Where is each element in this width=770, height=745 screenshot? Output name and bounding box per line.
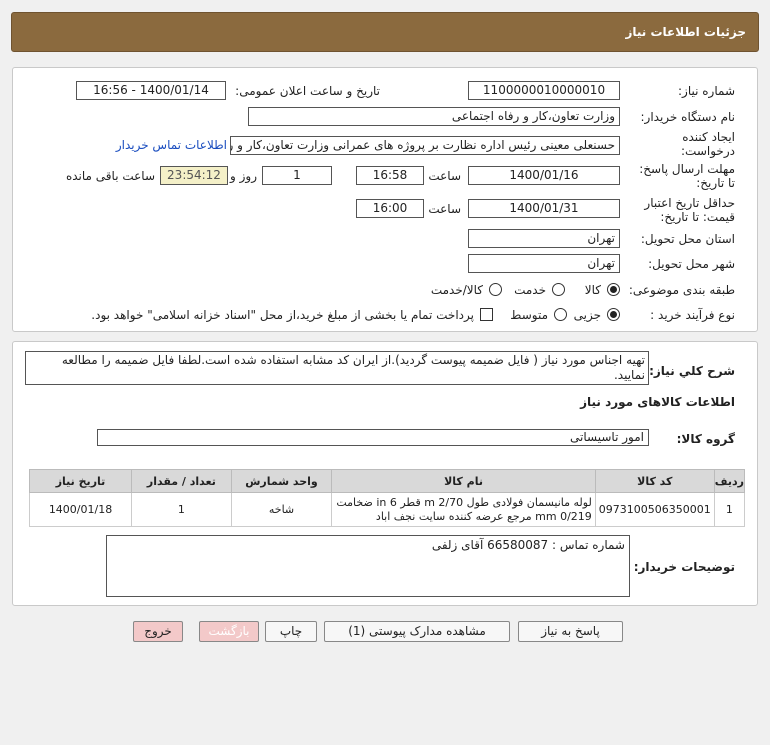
buyer-org-label: نام دستگاه خریدار: (640, 110, 736, 124)
goods-group-label: گروه کالا: (676, 432, 735, 446)
details-panel: شماره نیاز: 1100000010000010 تاریخ و ساع… (12, 67, 758, 332)
deadline-date-field: 1400/01/16 (468, 166, 620, 185)
col-name: نام کالا (331, 469, 596, 493)
province-field: تهران (468, 229, 620, 248)
row-unit: شاخه (230, 492, 333, 527)
validity-label: حداقل تاریخ اعتبار (644, 196, 735, 210)
requester-field: حسنعلی معینی رئیس اداره نظارت بر پروژه ه… (230, 136, 620, 155)
category-radio-goods-service[interactable] (489, 283, 502, 296)
validity-time-label: ساعت (428, 202, 461, 216)
process-radio-medium[interactable] (554, 308, 567, 321)
page-title: جزئیات اطلاعات نیاز (625, 25, 746, 39)
need-number-field: 1100000010000010 (468, 81, 620, 100)
deadline-label-2: تا تاریخ: (696, 176, 735, 190)
need-number-label: شماره نیاز: (678, 84, 735, 98)
col-qty: تعداد / مقدار (131, 469, 232, 493)
treasury-payment-checkbox[interactable] (480, 308, 493, 321)
goods-group-field: امور تاسیساتی (97, 429, 649, 446)
city-field: تهران (468, 254, 620, 273)
process-option-medium: متوسط (510, 308, 548, 322)
col-unit: واحد شمارش (230, 469, 333, 493)
validity-label-2: قیمت: تا تاریخ: (660, 210, 735, 224)
process-radio-minor[interactable] (607, 308, 620, 321)
row-code: 0973100506350001 (594, 492, 715, 527)
goods-table-header: ردیف کد کالا نام کالا واحد شمارش تعداد /… (28, 469, 746, 493)
reply-button[interactable]: پاسخ به نیاز (518, 621, 623, 642)
process-option-minor: جزیی (573, 308, 601, 322)
category-option-service: خدمت (514, 283, 546, 297)
requester-label: ایجاد کننده (682, 130, 735, 144)
buyer-notes-label: توضیحات خریدار: (633, 560, 735, 574)
category-option-goods-service: کالا/خدمت (430, 283, 483, 297)
category-radio-goods[interactable] (607, 283, 620, 296)
remaining-label: ساعت باقی مانده (65, 169, 155, 183)
city-label: شهر محل تحویل: (648, 257, 735, 271)
buyer-contact-link[interactable]: اطلاعات تماس خریدار (116, 138, 227, 152)
goods-table: ردیف کد کالا نام کالا واحد شمارش تعداد /… (28, 469, 746, 527)
page-header: جزئیات اطلاعات نیاز (11, 12, 759, 52)
category-label: طبقه بندی موضوعی: (628, 283, 735, 297)
buyer-notes-text: شماره تماس : 66580087 آقای زلفی (106, 535, 630, 597)
col-date: تاریخ نیاز (28, 469, 133, 493)
view-documents-button[interactable]: مشاهده مدارک پیوستی (1) (324, 621, 510, 642)
treasury-payment-note: پرداخت تمام یا بخشی از مبلغ خرید،از محل … (91, 308, 474, 322)
announce-label: تاریخ و ساعت اعلان عمومی: (235, 84, 380, 98)
remaining-time-field: 23:54:12 (160, 166, 228, 185)
deadline-label: مهلت ارسال پاسخ: (639, 162, 735, 176)
deadline-time-field: 16:58 (356, 166, 424, 185)
deadline-time-label: ساعت (428, 169, 461, 183)
row-qty: 1 (131, 492, 232, 527)
validity-date-field: 1400/01/31 (468, 199, 620, 218)
process-label: نوع فرآیند خرید : (650, 308, 735, 322)
col-index: ردیف (713, 469, 746, 493)
col-code: کد کالا (594, 469, 715, 493)
category-option-goods: کالا (584, 283, 601, 297)
announce-field: 1400/01/14 - 16:56 (76, 81, 226, 100)
row-date: 1400/01/18 (28, 492, 133, 527)
goods-panel: شرح کلي نياز: تهیه اجناس مورد نیاز ( فای… (12, 341, 758, 606)
validity-time-field: 16:00 (356, 199, 424, 218)
province-label: استان محل تحویل: (640, 232, 735, 246)
category-radio-service[interactable] (552, 283, 565, 296)
back-button[interactable]: بازگشت (199, 621, 259, 642)
row-name: لوله مانیسمان فولادی طول m 2/70 قطر in 6… (331, 492, 596, 527)
requester-label-2: درخواست: (681, 144, 735, 158)
days-label: روز و (230, 169, 257, 183)
buyer-org-field: وزارت تعاون،کار و رفاه اجتماعی (248, 107, 620, 126)
description-label: شرح کلي نياز: (649, 364, 735, 378)
exit-button[interactable]: خروج (133, 621, 183, 642)
row-index: 1 (713, 492, 746, 527)
table-row: 1 0973100506350001 لوله مانیسمان فولادی … (28, 492, 746, 527)
description-text: تهیه اجناس مورد نیاز ( فایل ضمیمه پیوست … (25, 351, 649, 385)
goods-section-title: اطلاعات کالاهای مورد نیاز (580, 395, 735, 409)
print-button[interactable]: چاپ (265, 621, 317, 642)
days-field: 1 (262, 166, 332, 185)
